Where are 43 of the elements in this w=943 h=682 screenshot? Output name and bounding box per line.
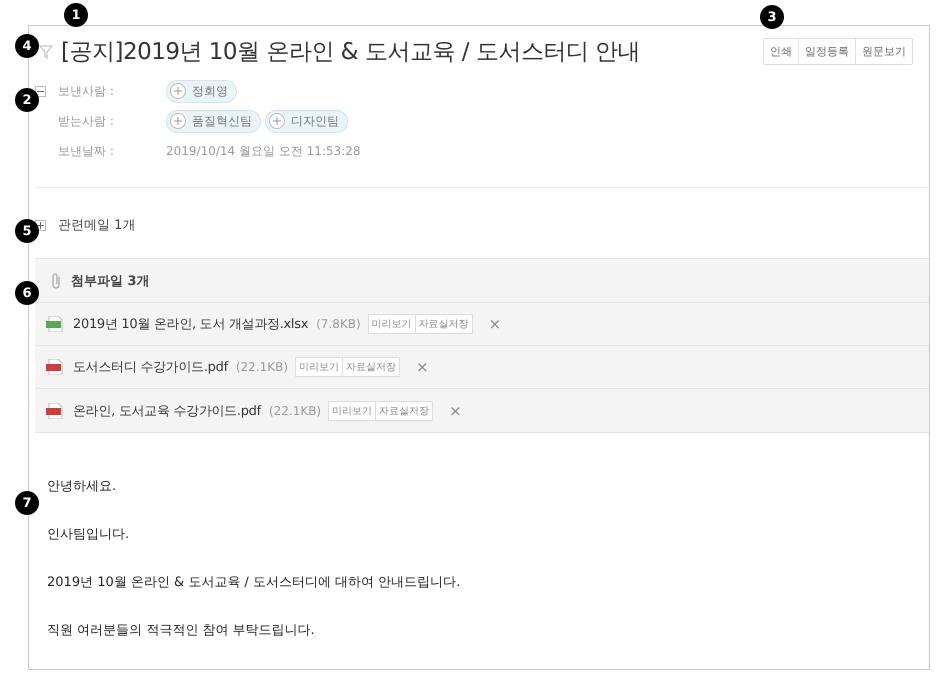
file-name[interactable]: 온라인, 도서교육 수강가이드.pdf	[73, 402, 261, 420]
callout-marker: 1	[64, 3, 88, 27]
pdf-file-icon	[45, 402, 65, 418]
file-size: (22.1KB)	[268, 404, 322, 418]
callout-marker: 6	[15, 281, 39, 305]
file-size: (7.8KB)	[316, 317, 361, 331]
callout-marker: 5	[15, 219, 39, 243]
body-paragraph: 직원 여러분들의 적극적인 참여 부탁드립니다.	[47, 623, 316, 639]
callout-marker: 7	[15, 491, 39, 515]
remove-button[interactable]: ×	[441, 402, 470, 420]
body-paragraph: 안녕하세요.	[47, 479, 118, 495]
field-label: 보낸사람 :	[58, 82, 115, 100]
remove-button[interactable]: ×	[480, 315, 510, 333]
callout-marker: 3	[760, 5, 784, 29]
contact-chip[interactable]: 품질혁신팀	[166, 110, 261, 132]
save-button[interactable]: 자료실저장	[375, 400, 434, 420]
preview-button[interactable]: 미리보기	[328, 400, 376, 420]
callout-marker: 2	[15, 88, 39, 112]
attachment-count: 첨부파일 3개	[71, 272, 150, 290]
save-button[interactable]: 자료실저장	[342, 357, 400, 377]
spreadsheet-file-icon	[45, 316, 65, 332]
plus-icon[interactable]	[170, 83, 186, 99]
body-paragraph: 인사팀입니다.	[47, 527, 130, 543]
callout-marker: 4	[15, 34, 39, 58]
toolbar-button[interactable]: 원문보기	[855, 39, 912, 64]
file-size: (22.1KB)	[236, 360, 288, 374]
file-name[interactable]: 도서스터디 수강가이드.pdf	[73, 358, 228, 376]
sent-date: 2019/10/14 월요일 오전 11:53:28	[166, 142, 361, 160]
file-name[interactable]: 2019년 10월 온라인, 도서 개설과정.xlsx	[73, 315, 308, 333]
field-label: 보낸날짜 :	[58, 142, 115, 160]
mail-title: [공지]2019년 10월 온라인 & 도서교육 / 도서스터디 안내	[61, 38, 642, 67]
body-paragraph: 2019년 10월 온라인 & 도서교육 / 도서스터디에 대하여 안내드립니다.	[47, 575, 462, 591]
preview-button[interactable]: 미리보기	[295, 357, 344, 377]
plus-icon[interactable]	[170, 113, 186, 129]
contact-chip[interactable]: 디자인팀	[265, 110, 348, 132]
contact-chip[interactable]: 정회영	[166, 80, 237, 102]
pdf-file-icon	[45, 359, 65, 375]
preview-button[interactable]: 미리보기	[368, 314, 416, 334]
plus-icon[interactable]	[269, 113, 285, 129]
related-mail-label[interactable]: 관련메일 1개	[58, 216, 136, 234]
save-button[interactable]: 자료실저장	[414, 314, 473, 334]
remove-button[interactable]: ×	[408, 358, 437, 376]
field-label: 받는사람 :	[58, 112, 115, 130]
